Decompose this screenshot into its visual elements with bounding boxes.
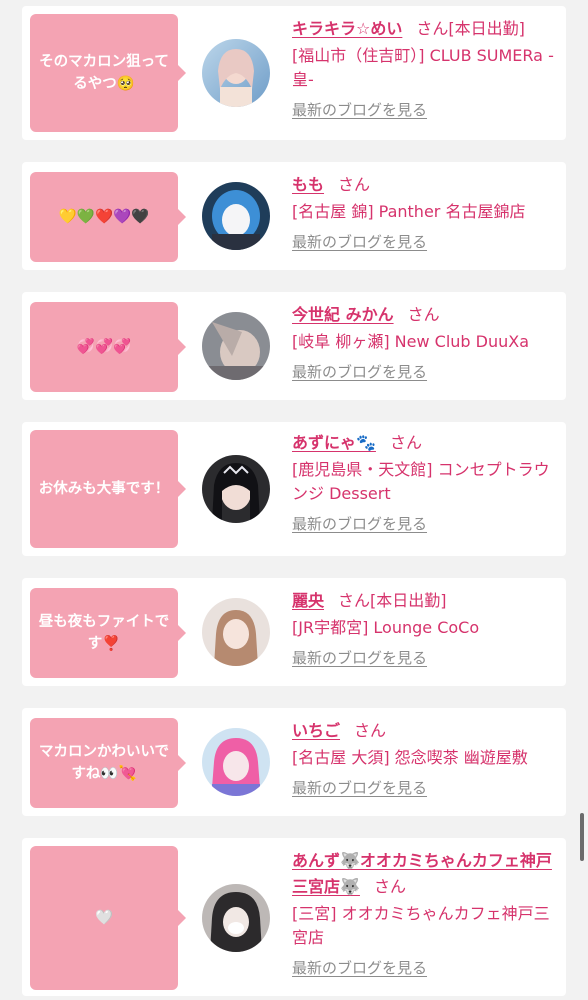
list-item: 💛💚❤️💜🖤 もも さん [名古屋 錦] Panther 名古屋錦店 最新のブログ… [22,162,566,270]
comment-bubble: マカロンかわいいですね👀💘 [30,718,186,808]
avatar[interactable] [202,39,270,107]
scrollbar[interactable] [580,813,584,861]
cast-name-link[interactable]: あんず🐺オオカミちゃんカフェ神戸三宮店🐺 [292,851,552,896]
cast-name-link[interactable]: もも [292,175,324,194]
san-label: さん [373,877,406,896]
san-label: さん [389,433,422,452]
entry-info: あずにゃ🐾 さん [鹿児島県・天文館] コンセプトラウンジ Dessert 最新の… [292,430,560,536]
latest-blog-link[interactable]: 最新のブログを見る [292,646,560,670]
list-item: 昼も夜もファイトです❣️ 麗央 さん[本日出勤] [JR宇都宮] Lounge C… [22,578,566,686]
entry-info: 麗央 さん[本日出勤] [JR宇都宮] Lounge CoCo 最新のブログを見る [292,588,560,670]
entry-info: もも さん [名古屋 錦] Panther 名古屋錦店 最新のブログを見る [292,172,560,254]
latest-blog-link[interactable]: 最新のブログを見る [292,230,560,254]
cast-name-link[interactable]: キラキラ☆めい [292,19,402,38]
comment-text: 💛💚❤️💜🖤 [58,209,150,225]
cast-name-link[interactable]: あずにゃ🐾 [292,433,376,452]
shop-name[interactable]: [鹿児島県・天文館] コンセプトラウンジ Dessert [292,458,560,506]
san-label: さん [354,721,387,740]
comment-bubble: お休みも大事です！ [30,430,186,548]
latest-blog-link[interactable]: 最新のブログを見る [292,512,560,536]
avatar[interactable] [202,884,270,952]
latest-blog-link[interactable]: 最新のブログを見る [292,360,560,384]
comment-bubble: そのマカロン狙ってるやつ🥺 [30,14,186,132]
shop-name[interactable]: [JR宇都宮] Lounge CoCo [292,616,560,640]
list-item: 💞💞💞 今世紀 みかん さん [岐阜 柳ヶ瀬] New Club DuuXa 最新… [22,292,566,400]
list-item: そのマカロン狙ってるやつ🥺 キラキラ☆めい さん[本日出勤] [福山市（住吉町）]… [22,6,566,140]
san-label: さん [338,175,371,194]
entry-info: あんず🐺オオカミちゃんカフェ神戸三宮店🐺 さん [三宮] オオカミちゃんカフェ神戸… [292,848,560,980]
list-item: 🤍 あんず🐺オオカミちゃんカフェ神戸三宮店🐺 さん [三宮] オオカミちゃんカフェ… [22,838,566,996]
san-label: さん [338,591,371,610]
avatar[interactable] [202,455,270,523]
avatar[interactable] [202,598,270,666]
san-label: さん [407,305,440,324]
comment-text: お休みも大事です！ [38,481,170,497]
comment-text: 🤍 [94,910,114,926]
avatar[interactable] [202,728,270,796]
entry-info: いちご さん [名古屋 大須] 怨念喫茶 幽遊屋敷 最新のブログを見る [292,718,560,800]
list-item: お休みも大事です！ あずにゃ🐾 さん [鹿児島県・天文館] コンセプトラウンジ D… [22,422,566,556]
shop-name[interactable]: [三宮] オオカミちゃんカフェ神戸三宮店 [292,902,560,950]
comment-bubble: 昼も夜もファイトです❣️ [30,588,186,678]
shop-name[interactable]: [名古屋 大須] 怨念喫茶 幽遊屋敷 [292,746,560,770]
status-badge: [本日出勤] [448,19,525,38]
comment-bubble: 🤍 [30,846,186,990]
shop-name[interactable]: [岐阜 柳ヶ瀬] New Club DuuXa [292,330,560,354]
comment-text: そのマカロン狙ってるやつ🥺 [39,54,169,92]
latest-blog-link[interactable]: 最新のブログを見る [292,776,560,800]
cast-name-link[interactable]: 今世紀 みかん [292,305,394,324]
latest-blog-link[interactable]: 最新のブログを見る [292,98,560,122]
shop-name[interactable]: [名古屋 錦] Panther 名古屋錦店 [292,200,560,224]
comment-text: 💞💞💞 [76,339,132,355]
avatar[interactable] [202,312,270,380]
comment-text: 昼も夜もファイトです❣️ [38,614,170,652]
latest-blog-link[interactable]: 最新のブログを見る [292,956,560,980]
avatar[interactable] [202,182,270,250]
comment-bubble: 💞💞💞 [30,302,186,392]
san-label: さん [416,19,449,38]
blog-comment-list: そのマカロン狙ってるやつ🥺 キラキラ☆めい さん[本日出勤] [福山市（住吉町）]… [0,0,588,1000]
comment-bubble: 💛💚❤️💜🖤 [30,172,186,262]
cast-name-link[interactable]: 麗央 [292,591,324,610]
comment-text: マカロンかわいいですね👀💘 [38,744,170,782]
status-badge: [本日出勤] [370,591,447,610]
shop-name[interactable]: [福山市（住吉町）] CLUB SUMERa -皇- [292,44,560,92]
cast-name-link[interactable]: いちご [292,721,340,740]
list-item: マカロンかわいいですね👀💘 いちご さん [名古屋 大須] 怨念喫茶 幽遊屋敷 最… [22,708,566,816]
entry-info: キラキラ☆めい さん[本日出勤] [福山市（住吉町）] CLUB SUMERa -… [292,16,560,122]
entry-info: 今世紀 みかん さん [岐阜 柳ヶ瀬] New Club DuuXa 最新のブログ… [292,302,560,384]
